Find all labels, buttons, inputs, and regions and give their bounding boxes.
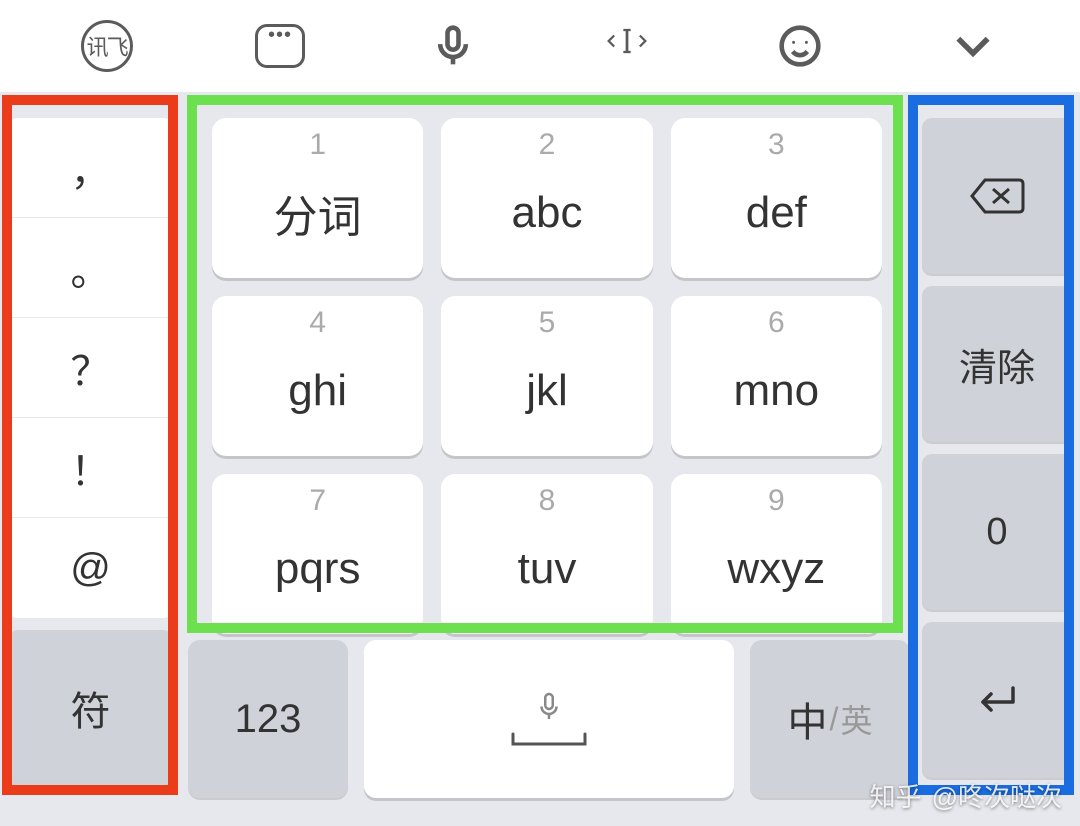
key-number: 9 — [768, 484, 785, 518]
key-number: 4 — [309, 306, 326, 340]
ifly-logo-button[interactable]: 讯飞 — [80, 19, 134, 73]
keyboard-icon — [255, 24, 305, 68]
punctuation-list: ， 。 ？ ！ @ — [8, 118, 173, 618]
key-label: mno — [734, 366, 820, 416]
key-label: def — [746, 188, 807, 238]
key-7-pqrs[interactable]: 7 pqrs — [212, 474, 423, 634]
backspace-icon — [969, 176, 1025, 216]
key-8-tuv[interactable]: 8 tuv — [441, 474, 652, 634]
number-mode-button[interactable]: 123 — [188, 640, 348, 798]
space-key[interactable] — [364, 640, 734, 798]
watermark: 知乎 @咚次哒次 — [870, 777, 1062, 814]
punct-comma[interactable]: ， — [8, 118, 173, 218]
clear-button[interactable]: 清除 — [922, 286, 1072, 442]
key-1-fenci[interactable]: 1 分词 — [212, 118, 423, 278]
cursor-move-button[interactable] — [600, 19, 654, 73]
key-number: 6 — [768, 306, 785, 340]
space-bracket-icon — [509, 732, 589, 748]
key-label: ghi — [288, 366, 347, 416]
lang-sep: / — [830, 701, 839, 738]
punct-period[interactable]: 。 — [8, 218, 173, 318]
watermark-user: @咚次哒次 — [932, 777, 1062, 814]
space-mic-icon — [534, 690, 564, 728]
key-number: 8 — [539, 484, 556, 518]
key-2-abc[interactable]: 2 abc — [441, 118, 652, 278]
key-number: 2 — [539, 128, 556, 162]
key-label: 分词 — [274, 181, 362, 245]
punct-question[interactable]: ？ — [8, 318, 173, 418]
cursor-icon — [605, 19, 649, 73]
key-4-ghi[interactable]: 4 ghi — [212, 296, 423, 456]
voice-input-button[interactable] — [426, 19, 480, 73]
keyboard-toolbar: 讯飞 — [0, 0, 1080, 92]
key-label: wxyz — [727, 544, 825, 594]
symbols-button[interactable]: 符 — [8, 630, 173, 785]
key-number: 3 — [768, 128, 785, 162]
enter-button[interactable] — [922, 622, 1072, 778]
t9-keypad: 1 分词 2 abc 3 def 4 ghi 5 jkl 6 mno 7 pqr… — [200, 106, 894, 646]
enter-icon — [975, 682, 1019, 718]
keyboard-switch-button[interactable] — [253, 19, 307, 73]
lang-zh-label: 中 — [788, 690, 828, 748]
key-label: jkl — [526, 366, 568, 416]
punct-exclaim[interactable]: ！ — [8, 418, 173, 518]
keyboard-area: ， 。 ？ ！ @ 符 1 分词 2 abc 3 def 4 ghi 5 jkl — [0, 92, 1080, 826]
mic-icon — [431, 24, 475, 68]
key-label: pqrs — [275, 544, 361, 594]
zhihu-logo: 知乎 — [870, 777, 922, 814]
key-9-wxyz[interactable]: 9 wxyz — [671, 474, 882, 634]
emoji-button[interactable] — [773, 19, 827, 73]
zero-button[interactable]: 0 — [922, 454, 1072, 610]
collapse-keyboard-button[interactable] — [946, 19, 1000, 73]
key-6-mno[interactable]: 6 mno — [671, 296, 882, 456]
key-label: tuv — [518, 544, 577, 594]
punct-at[interactable]: @ — [8, 518, 173, 618]
lang-en-label: 英 — [840, 696, 872, 742]
key-number: 7 — [309, 484, 326, 518]
ifly-logo-icon: 讯飞 — [81, 20, 133, 72]
key-number: 5 — [539, 306, 556, 340]
bottom-row: 123 中/英 — [188, 640, 910, 798]
key-3-def[interactable]: 3 def — [671, 118, 882, 278]
backspace-button[interactable] — [922, 118, 1072, 274]
language-toggle-button[interactable]: 中/英 — [750, 640, 910, 798]
punctuation-column: ， 。 ？ ！ @ 符 — [8, 92, 173, 785]
chevron-down-icon — [951, 24, 995, 68]
smiley-icon — [778, 24, 822, 68]
key-5-jkl[interactable]: 5 jkl — [441, 296, 652, 456]
key-number: 1 — [309, 128, 326, 162]
key-label: abc — [512, 188, 583, 238]
action-column: 清除 0 — [922, 92, 1072, 778]
